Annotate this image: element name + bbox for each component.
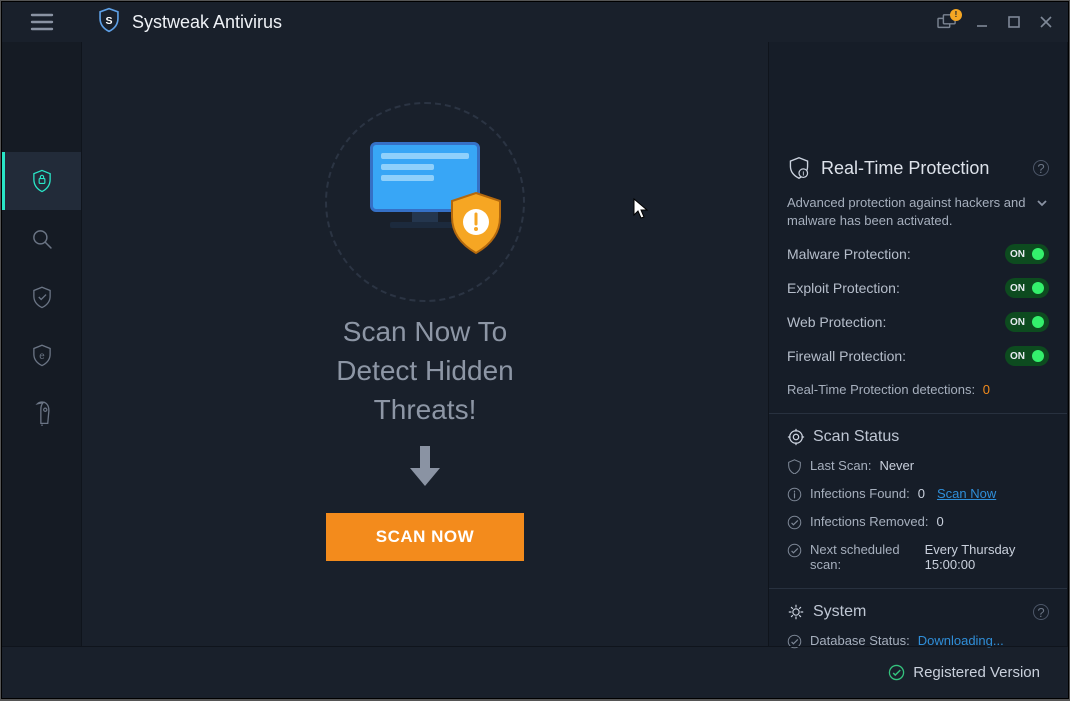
info-icon bbox=[787, 487, 802, 502]
malware-toggle-label: Malware Protection: bbox=[787, 246, 911, 262]
detections-label: Real-Time Protection detections: bbox=[787, 382, 975, 397]
heading-line-3: Threats! bbox=[336, 390, 513, 429]
web-toggle-label: Web Protection: bbox=[787, 314, 886, 330]
footer-label: Registered Version bbox=[913, 664, 1040, 681]
notification-badge: ! bbox=[950, 9, 962, 21]
check-circle-icon bbox=[888, 664, 905, 681]
maximize-button[interactable] bbox=[998, 6, 1030, 38]
exploit-toggle-label: Exploit Protection: bbox=[787, 280, 900, 296]
sidebar-item-optimize[interactable] bbox=[2, 384, 81, 442]
sidebar: e bbox=[2, 42, 82, 646]
gear-icon bbox=[787, 603, 805, 621]
detections-count: 0 bbox=[983, 382, 990, 397]
app-title: Systweak Antivirus bbox=[132, 12, 282, 33]
infections-removed-label: Infections Removed: bbox=[810, 514, 929, 529]
shield-info-icon: i bbox=[787, 156, 811, 180]
web-toggle[interactable]: ON bbox=[1005, 312, 1049, 332]
app-logo: S Systweak Antivirus bbox=[96, 7, 282, 38]
infections-found-value: 0 bbox=[918, 486, 925, 501]
hero-illustration bbox=[315, 112, 535, 282]
realtime-title: Real-Time Protection bbox=[821, 158, 1023, 179]
heading-line-2: Detect Hidden bbox=[336, 351, 513, 390]
sidebar-item-privacy[interactable]: e bbox=[2, 326, 81, 384]
main-heading: Scan Now To Detect Hidden Threats! bbox=[336, 312, 513, 430]
title-bar: S Systweak Antivirus ! bbox=[2, 2, 1068, 42]
chevron-down-icon[interactable] bbox=[1035, 196, 1049, 215]
main-panel: Scan Now To Detect Hidden Threats! SCAN … bbox=[82, 42, 768, 646]
svg-text:e: e bbox=[39, 351, 44, 362]
sidebar-item-shield[interactable] bbox=[2, 268, 81, 326]
heading-line-1: Scan Now To bbox=[336, 312, 513, 351]
realtime-detections: Real-Time Protection detections: 0 bbox=[787, 382, 1049, 397]
sidebar-item-scan[interactable] bbox=[2, 210, 81, 268]
minimize-button[interactable] bbox=[966, 6, 998, 38]
infections-removed-value: 0 bbox=[937, 514, 944, 529]
system-title: System bbox=[813, 603, 1025, 621]
footer: Registered Version bbox=[2, 646, 1068, 698]
shield-check-icon bbox=[787, 459, 802, 474]
infections-found-label: Infections Found: bbox=[810, 486, 910, 501]
menu-button[interactable] bbox=[2, 2, 82, 42]
check-circle-icon bbox=[787, 515, 802, 530]
scan-now-button[interactable]: SCAN NOW bbox=[326, 513, 524, 561]
malware-toggle[interactable]: ON bbox=[1005, 244, 1049, 264]
scan-now-link[interactable]: Scan Now bbox=[937, 486, 996, 501]
target-icon bbox=[787, 428, 805, 446]
last-scan-label: Last Scan: bbox=[810, 458, 871, 473]
firewall-toggle-label: Firewall Protection: bbox=[787, 348, 906, 364]
scan-status-section: Scan Status Last Scan: Never Infections … bbox=[769, 414, 1067, 589]
close-button[interactable] bbox=[1030, 6, 1062, 38]
warning-shield-icon bbox=[449, 192, 503, 254]
exploit-toggle[interactable]: ON bbox=[1005, 278, 1049, 298]
right-panel: i Real-Time Protection ? Advanced protec… bbox=[768, 42, 1068, 646]
realtime-description: Advanced protection against hackers and … bbox=[787, 194, 1027, 230]
notification-icon[interactable]: ! bbox=[936, 13, 958, 31]
shield-logo-icon: S bbox=[96, 7, 122, 38]
arrow-down-icon bbox=[406, 442, 444, 495]
next-scan-value: Every Thursday 15:00:00 bbox=[925, 542, 1049, 572]
next-scan-label: Next scheduled scan: bbox=[810, 542, 917, 572]
svg-text:S: S bbox=[105, 15, 112, 27]
check-circle-icon bbox=[787, 543, 802, 558]
firewall-toggle[interactable]: ON bbox=[1005, 346, 1049, 366]
realtime-section: i Real-Time Protection ? Advanced protec… bbox=[769, 142, 1067, 414]
help-icon[interactable]: ? bbox=[1033, 160, 1049, 176]
sidebar-item-protection[interactable] bbox=[2, 152, 81, 210]
help-icon[interactable]: ? bbox=[1033, 604, 1049, 620]
scan-status-title: Scan Status bbox=[813, 428, 899, 446]
last-scan-value: Never bbox=[879, 458, 914, 473]
